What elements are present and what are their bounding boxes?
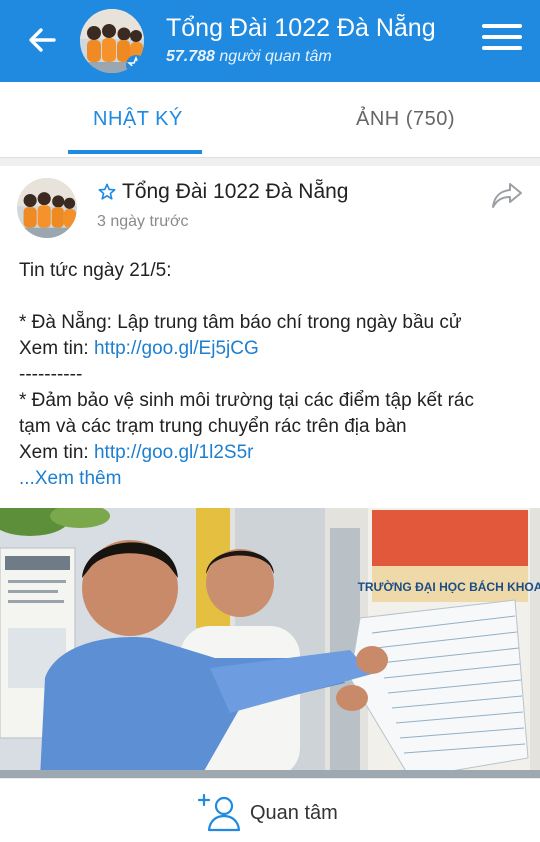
post-line: Tin tức ngày 21/5: bbox=[19, 260, 172, 281]
star-icon bbox=[98, 183, 116, 200]
link-prefix: Xem tin: bbox=[19, 442, 94, 463]
page-title: Tổng Đài 1022 Đà Nẵng bbox=[166, 14, 436, 42]
followers-count: 57.788 người quan tâm bbox=[166, 48, 332, 66]
share-icon[interactable] bbox=[490, 180, 524, 210]
photo-sign-text: TRƯỜNG ĐẠI HỌC BÁCH KHOA bbox=[358, 579, 540, 594]
app-bar: Tổng Đài 1022 Đà Nẵng 57.788 người quan … bbox=[0, 0, 540, 82]
follow-label: Quan tâm bbox=[250, 801, 338, 824]
group-photo-icon bbox=[17, 178, 77, 238]
bottom-action-bar: Quan tâm bbox=[0, 778, 540, 842]
back-arrow-icon[interactable] bbox=[24, 22, 60, 58]
hamburger-menu-icon[interactable] bbox=[482, 24, 522, 56]
post-line: * Đà Nẵng: Lập trung tâm báo chí trong n… bbox=[19, 312, 462, 333]
post-author-name: Tổng Đài 1022 Đà Nẵng bbox=[122, 180, 349, 203]
post-line bbox=[19, 284, 524, 310]
active-tab-indicator bbox=[68, 150, 202, 154]
link-prefix: Xem tin: bbox=[19, 338, 94, 359]
tab-bar: NHẬT KÝ ẢNH (750) bbox=[0, 82, 540, 158]
news-link[interactable]: http://goo.gl/1l2S5r bbox=[94, 442, 254, 463]
post-line: Xem tin: http://goo.gl/Ej5jCG bbox=[19, 336, 524, 362]
followers-text: người quan tâm bbox=[219, 48, 332, 65]
post-photo[interactable]: TRƯỜNG ĐẠI HỌC BÁCH KHOA bbox=[0, 508, 540, 778]
post-line: tạm và các trạm trung chuyển rác trên đị… bbox=[19, 416, 407, 437]
news-photo-image: TRƯỜNG ĐẠI HỌC BÁCH KHOA bbox=[0, 508, 540, 778]
tab-nhat-ky[interactable]: NHẬT KÝ bbox=[93, 108, 183, 131]
follow-button[interactable]: Quan tâm bbox=[198, 793, 338, 833]
post-line: * Đảm bảo vệ sinh môi trường tại các điể… bbox=[19, 390, 474, 411]
post-author[interactable]: Tổng Đài 1022 Đà Nẵng bbox=[98, 180, 348, 204]
tab-anh[interactable]: ẢNH (750) bbox=[356, 108, 455, 131]
see-more-link[interactable]: ...Xem thêm bbox=[19, 466, 524, 492]
verified-star-icon bbox=[126, 55, 144, 73]
news-link[interactable]: http://goo.gl/Ej5jCG bbox=[94, 338, 259, 359]
post-content: Tin tức ngày 21/5: * Đà Nẵng: Lập trung … bbox=[19, 258, 524, 492]
post-timestamp: 3 ngày trước bbox=[97, 213, 189, 230]
add-follow-user-icon bbox=[198, 793, 241, 832]
page-avatar[interactable] bbox=[80, 9, 144, 73]
post-line: ---------- bbox=[19, 364, 83, 385]
followers-number: 57.788 bbox=[166, 48, 215, 65]
post-author-avatar[interactable] bbox=[17, 178, 77, 238]
post-line: Xem tin: http://goo.gl/1l2S5r bbox=[19, 440, 524, 466]
divider bbox=[0, 158, 540, 166]
